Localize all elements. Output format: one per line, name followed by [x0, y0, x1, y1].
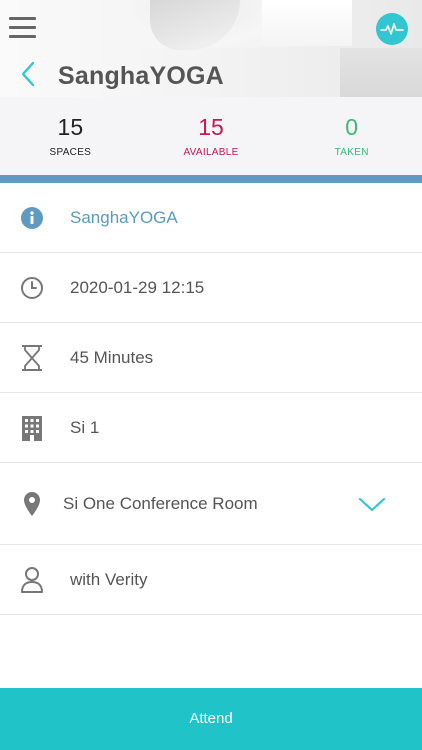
- class-instructor: with Verity: [70, 569, 148, 589]
- stat-available: 15 AVAILABLE: [141, 97, 282, 175]
- spaces-count: 15: [57, 114, 84, 140]
- attend-button[interactable]: Attend: [0, 688, 422, 750]
- spaces-label: SPACES: [49, 147, 92, 158]
- class-building: Si 1: [70, 417, 100, 437]
- user-icon: [20, 566, 44, 593]
- available-count: 15: [198, 114, 224, 140]
- backdrop-shadow: [340, 48, 422, 97]
- info-icon: [20, 206, 44, 230]
- accent-divider: [0, 175, 422, 183]
- page-title: SanghaYOGA: [58, 62, 224, 90]
- detail-row-location[interactable]: Si One Conference Room: [0, 463, 422, 545]
- class-duration: 45 Minutes: [70, 347, 154, 367]
- taken-label: TAKEN: [334, 147, 369, 158]
- hourglass-icon: [20, 344, 44, 371]
- heartbeat-logo-icon[interactable]: [376, 13, 408, 45]
- detail-row-name: SanghaYOGA: [0, 183, 422, 253]
- detail-row-building: Si 1: [0, 393, 422, 463]
- building-icon: [20, 415, 44, 441]
- chevron-down-icon: [358, 497, 386, 511]
- chevron-left-icon: [21, 61, 35, 87]
- stat-taken: 0 TAKEN: [281, 97, 422, 175]
- back-button[interactable]: [16, 60, 42, 90]
- class-datetime: 2020-01-29 12:15: [70, 277, 205, 297]
- class-details: SanghaYOGA 2020-01-29 12:15 45 Minutes S…: [0, 183, 422, 615]
- taken-count: 0: [345, 114, 359, 140]
- clock-icon: [20, 276, 44, 300]
- map-pin-icon: [20, 491, 44, 516]
- backdrop-highlight: [262, 0, 352, 46]
- available-label: AVAILABLE: [183, 147, 239, 158]
- detail-row-instructor: with Verity: [0, 545, 422, 615]
- expand-location-button[interactable]: [357, 494, 387, 514]
- detail-row-duration: 45 Minutes: [0, 323, 422, 393]
- capacity-stats: 15 SPACES 15 AVAILABLE 0 TAKEN: [0, 97, 422, 175]
- hamburger-menu-icon[interactable]: [9, 15, 36, 39]
- stat-spaces: 15 SPACES: [0, 97, 141, 175]
- class-location: Si One Conference Room: [63, 493, 258, 513]
- class-name: SanghaYOGA: [70, 207, 178, 227]
- header-backdrop: SanghaYOGA: [0, 0, 422, 97]
- detail-row-datetime: 2020-01-29 12:15: [0, 253, 422, 323]
